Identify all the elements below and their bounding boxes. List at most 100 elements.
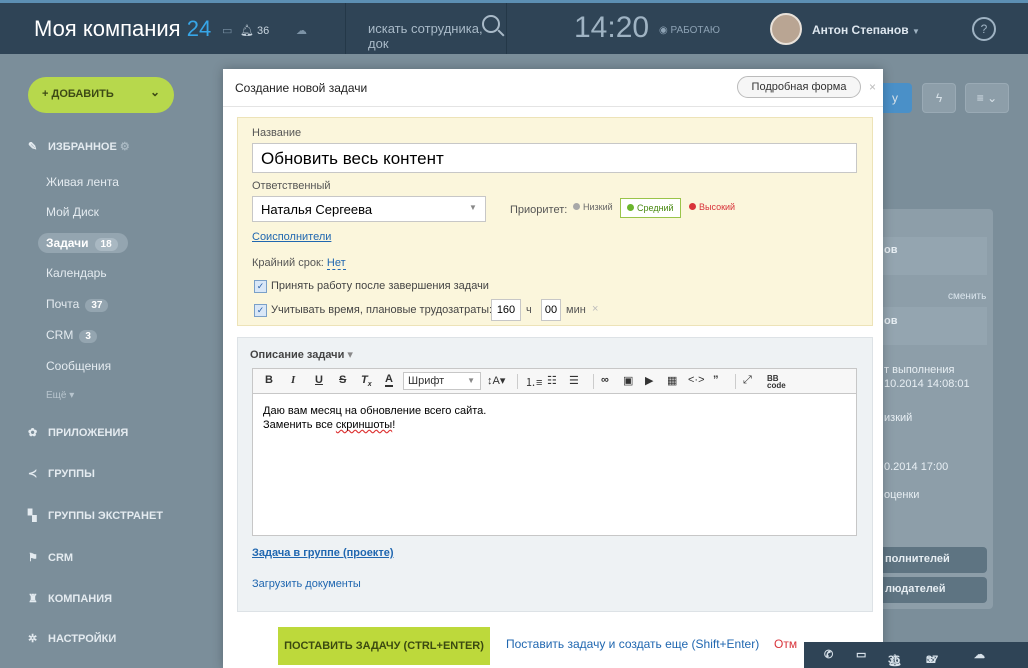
- sidebar-section-company[interactable]: ♜ КОМПАНИЯ: [28, 592, 112, 605]
- strikethrough-icon[interactable]: S: [339, 374, 346, 386]
- chat-icon[interactable]: ▭: [222, 24, 232, 37]
- sidebar-section-crm[interactable]: ⚑ CRM: [28, 551, 73, 564]
- close-icon[interactable]: ×: [869, 80, 876, 94]
- submit-and-create-button[interactable]: Поставить задачу и создать еще (Shift+En…: [506, 637, 759, 651]
- upload-documents-link[interactable]: Загрузить документы: [252, 578, 361, 590]
- avatar[interactable]: [770, 13, 802, 45]
- background-button[interactable]: полнителей: [875, 547, 987, 573]
- sidebar-item-label: Мой Диск: [46, 205, 99, 219]
- tasks-badge: 18: [94, 238, 118, 251]
- background-action-label: у: [892, 91, 898, 105]
- crm-badge: 3: [79, 330, 97, 343]
- quote-icon[interactable]: ”: [713, 374, 719, 386]
- description-line: Заменить все скриншоты!: [263, 418, 846, 432]
- sidebar-more[interactable]: Ещё ▾: [46, 390, 74, 401]
- sidebar-favorites[interactable]: ✎ ИЗБРАННОЕ ⚙: [28, 140, 130, 153]
- work-status[interactable]: ◉ РАБОТАЮ: [659, 25, 720, 36]
- background-text: 0.2014 17:00: [884, 461, 949, 473]
- cancel-button[interactable]: Отм: [774, 637, 797, 651]
- description-text: Заменить все: [263, 419, 336, 431]
- font-color-icon[interactable]: A: [385, 374, 393, 387]
- view-menu-button[interactable]: ≡ ⌄: [965, 83, 1009, 113]
- notifications-icon[interactable]: 🔔︎ 36: [240, 24, 269, 37]
- dialog-title: Создание новой задачи: [235, 81, 368, 95]
- full-form-button[interactable]: Подробная форма: [737, 76, 861, 98]
- user-menu[interactable]: Антон Степанов ▼: [812, 23, 920, 37]
- video-icon[interactable]: ▶: [645, 374, 653, 387]
- fullscreen-icon[interactable]: ⤢: [743, 374, 752, 387]
- sidebar-item-crm[interactable]: CRM 3: [46, 328, 97, 343]
- section-label: НАСТРОЙКИ: [48, 633, 117, 645]
- clear-format-icon[interactable]: Tx: [361, 374, 372, 388]
- clear-time-icon[interactable]: ×: [592, 303, 598, 315]
- mail-count: 37: [926, 654, 939, 666]
- sidebar-section-groups[interactable]: ≺ ГРУППЫ: [28, 467, 95, 480]
- italic-icon[interactable]: I: [291, 374, 295, 386]
- description-editor[interactable]: Даю вам месяц на обновление всего сайта.…: [252, 394, 857, 536]
- chat-icon[interactable]: ▭: [856, 648, 866, 661]
- align-icon[interactable]: ☰: [569, 374, 579, 387]
- accept-work-label: Принять работу после завершения задачи: [271, 280, 489, 292]
- gear-icon[interactable]: ⚙: [120, 141, 130, 153]
- image-icon[interactable]: ▣: [623, 374, 633, 387]
- minutes-input[interactable]: 00: [541, 299, 561, 321]
- top-bar: Моя компания 24 ▭ 🔔︎ 36 ☁︎ искать сотруд…: [0, 0, 1028, 54]
- sidebar-item-tasks[interactable]: Задачи 18: [46, 236, 118, 251]
- font-select[interactable]: Шрифт ▼: [403, 372, 481, 390]
- add-button[interactable]: + ДОБАВИТЬ ⌄: [28, 77, 174, 113]
- chevron-down-icon: ▾: [69, 390, 75, 401]
- task-title-input[interactable]: Обновить весь контент: [252, 143, 857, 173]
- share-icon: ≺: [28, 468, 38, 480]
- description-header[interactable]: Описание задачи ▾: [250, 348, 353, 361]
- priority-high-label: Высокий: [699, 202, 736, 212]
- sidebar-item-label: Календарь: [46, 266, 107, 280]
- search-icon[interactable]: [482, 15, 500, 33]
- priority-low[interactable]: Низкий: [567, 198, 619, 218]
- search-box[interactable]: искать сотрудника, док: [345, 3, 507, 54]
- company-icon: ♜: [28, 593, 38, 605]
- sidebar-item-mail[interactable]: Почта 37: [46, 297, 109, 312]
- change-link[interactable]: сменить: [948, 291, 986, 302]
- phone-icon[interactable]: ✆: [824, 648, 833, 661]
- bolt-icon[interactable]: ϟ: [922, 83, 956, 113]
- cloud-icon[interactable]: ☁︎: [974, 648, 985, 661]
- pin-icon: ✎: [28, 141, 38, 153]
- coexecutors-link[interactable]: Соисполнители: [252, 231, 331, 243]
- underline-icon[interactable]: U: [315, 374, 323, 386]
- cloud-icon[interactable]: ☁︎: [296, 24, 307, 37]
- accept-work-checkbox[interactable]: ✓: [254, 280, 267, 293]
- logo[interactable]: Моя компания 24: [34, 16, 211, 42]
- priority-high[interactable]: Высокий: [683, 198, 741, 218]
- priority-medium[interactable]: Средний: [620, 198, 681, 218]
- description-text: !: [392, 419, 396, 431]
- bold-icon[interactable]: B: [265, 374, 273, 386]
- responsible-select[interactable]: Наталья Сергеева ▼: [252, 196, 486, 222]
- font-size-icon[interactable]: ↕A▾: [487, 374, 505, 387]
- sidebar-item-feed[interactable]: Живая лента: [46, 175, 119, 189]
- background-action-button[interactable]: у: [878, 83, 912, 113]
- numbered-list-icon[interactable]: ⒈≡: [525, 374, 542, 390]
- task-group-link[interactable]: Задача в группе (проекте): [252, 547, 394, 559]
- clock[interactable]: 14:20: [574, 11, 649, 45]
- sidebar-item-disk[interactable]: Мой Диск: [46, 205, 99, 219]
- settings-icon: ✲: [28, 633, 38, 645]
- hours-input[interactable]: 160: [491, 299, 521, 321]
- sidebar-section-settings[interactable]: ✲ НАСТРОЙКИ: [28, 632, 116, 645]
- submit-task-button[interactable]: ПОСТАВИТЬ ЗАДАЧУ (CTRL+ENTER): [278, 627, 490, 665]
- code-icon[interactable]: <·>: [688, 374, 705, 386]
- table-icon[interactable]: ▦: [667, 374, 677, 387]
- bullet-list-icon[interactable]: ☷: [547, 374, 557, 387]
- background-button[interactable]: людателей: [875, 577, 987, 603]
- sidebar-section-apps[interactable]: ✿ ПРИЛОЖЕНИЯ: [28, 426, 128, 439]
- help-button[interactable]: ?: [972, 17, 996, 41]
- deadline-value[interactable]: Нет: [326, 257, 346, 270]
- bbcode-icon[interactable]: BB code: [767, 375, 786, 390]
- background-row: [875, 237, 987, 275]
- track-time-label: Учитывать время, плановые трудозатраты:: [271, 304, 493, 316]
- sidebar-item-calendar[interactable]: Календарь: [46, 266, 107, 280]
- sidebar-section-extranet[interactable]: ▚ ГРУППЫ ЭКСТРАНЕТ: [28, 509, 163, 522]
- link-icon[interactable]: ∞: [601, 374, 609, 386]
- sidebar-item-messages[interactable]: Сообщения: [46, 359, 111, 373]
- track-time-checkbox[interactable]: ✓: [254, 304, 267, 317]
- mail-badge: 37: [85, 299, 109, 312]
